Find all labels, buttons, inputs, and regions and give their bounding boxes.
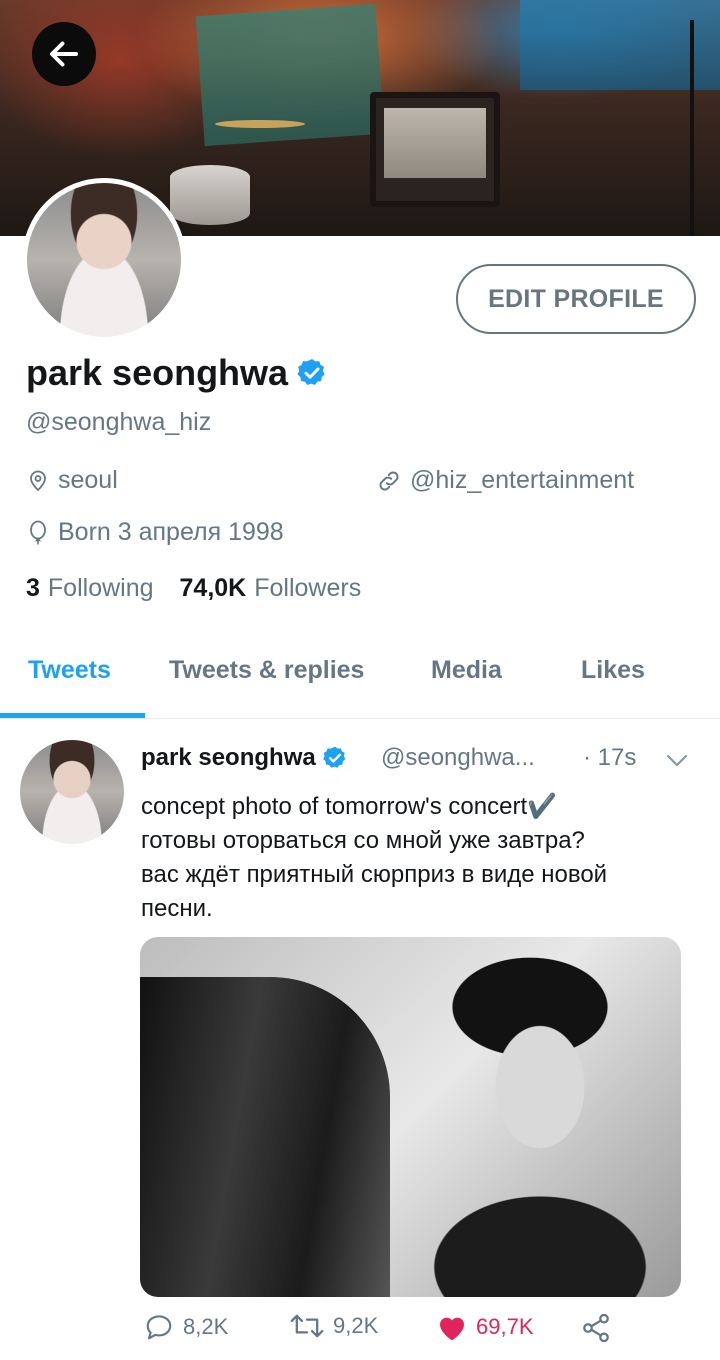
- tab-media[interactable]: Media: [431, 656, 502, 685]
- tweet-timestamp: · 17s: [583, 744, 637, 771]
- following-count: 3: [26, 574, 40, 602]
- reply-icon: [146, 1315, 172, 1340]
- link-icon: [379, 471, 399, 490]
- following-label: Following: [47, 574, 154, 602]
- banner-amp-screen: [384, 108, 486, 178]
- verified-badge-icon: [297, 359, 325, 385]
- heart-icon: [440, 1317, 464, 1341]
- tweet-header: park seonghwa @seonghwa... · 17s: [141, 744, 701, 778]
- location-text: seoul: [58, 466, 118, 494]
- banner-drum: [170, 165, 250, 225]
- chevron-down-icon[interactable]: [663, 748, 691, 772]
- like-count: 69,7K: [476, 1314, 534, 1339]
- following-stat[interactable]: 3 Following: [26, 574, 154, 603]
- tabs-divider: [0, 718, 720, 719]
- retweet-icon: [290, 1314, 324, 1338]
- back-button[interactable]: [32, 22, 96, 86]
- profile-website[interactable]: @hiz_entertainment: [376, 466, 634, 495]
- tweet-text-line: concept photo of tomorrow's concert✔️: [141, 793, 557, 820]
- birthday-text: Born 3 апреля 1998: [58, 518, 284, 546]
- tab-likes[interactable]: Likes: [581, 656, 645, 685]
- tweet-text: concept photo of tomorrow's concert✔️ го…: [141, 790, 711, 926]
- profile-name: park seonghwa: [26, 352, 289, 393]
- profile-tabs: Tweets Tweets & replies Media Likes: [0, 640, 720, 718]
- banner-amp: [370, 92, 500, 207]
- share-button[interactable]: [580, 1312, 620, 1344]
- tweet-avatar[interactable]: [20, 740, 124, 844]
- reply-button[interactable]: 8,2K: [143, 1312, 228, 1342]
- follow-stats: 3 Following 74,0K Followers: [26, 574, 387, 603]
- like-button[interactable]: 69,7K: [436, 1312, 534, 1342]
- banner-mic-stand: [690, 20, 694, 236]
- share-icon: [583, 1313, 609, 1343]
- followers-label: Followers: [254, 574, 362, 602]
- tweet-actions: 8,2K 9,2K 69,7K: [0, 1312, 720, 1352]
- tab-tweets[interactable]: Tweets: [28, 656, 111, 685]
- profile-name-row: park seonghwa: [26, 352, 328, 394]
- birthday-balloon-icon: [30, 520, 46, 544]
- tweet-author-name: park seonghwa: [141, 744, 316, 771]
- tweet-author[interactable]: park seonghwa: [141, 744, 348, 772]
- reply-count: 8,2K: [183, 1314, 229, 1339]
- profile-handle: @seonghwa_hiz: [26, 408, 212, 436]
- tweet-text-line: готовы оторваться со мной уже завтра?: [141, 827, 585, 854]
- website-text[interactable]: @hiz_entertainment: [410, 466, 634, 495]
- banner-cymbal: [215, 120, 305, 128]
- tweet-image[interactable]: [140, 937, 681, 1297]
- followers-stat[interactable]: 74,0K Followers: [180, 574, 362, 603]
- back-arrow-icon: [50, 41, 78, 67]
- edit-profile-button[interactable]: EDIT PROFILE: [456, 264, 696, 334]
- followers-count: 74,0K: [179, 574, 247, 602]
- retweet-button[interactable]: 9,2K: [289, 1312, 378, 1340]
- tab-tweets-replies[interactable]: Tweets & replies: [169, 656, 364, 685]
- tweet-image-jacket: [140, 977, 390, 1297]
- profile-birthday: Born 3 апреля 1998: [26, 518, 284, 547]
- retweet-count: 9,2K: [333, 1313, 379, 1338]
- tweet-handle[interactable]: @seonghwa...: [381, 744, 535, 772]
- profile-location: seoul: [26, 466, 118, 495]
- tweet-text-line: песни.: [141, 895, 213, 922]
- location-pin-icon: [30, 470, 46, 491]
- tweet-text-line: вас ждёт приятный сюрприз в виде новой: [141, 861, 608, 888]
- verified-badge-icon: [322, 746, 346, 768]
- profile-avatar[interactable]: [22, 178, 186, 342]
